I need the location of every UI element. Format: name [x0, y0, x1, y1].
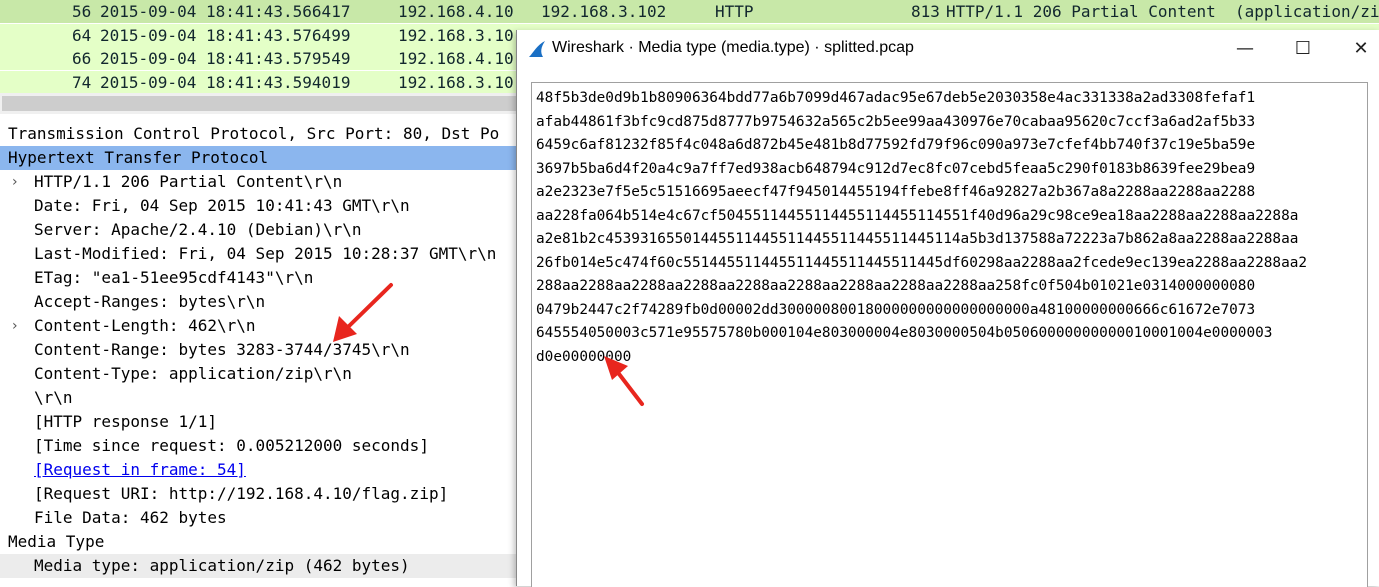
hex-line: a2e81b2c45393165501445511445511445511445… [536, 231, 1299, 247]
tree-item-label: Server: Apache/2.4.10 (Debian)\r\n [34, 220, 362, 239]
chevron-right-icon[interactable]: › [12, 314, 18, 338]
tree-item[interactable]: [HTTP response 1/1] [0, 410, 520, 434]
tree-item[interactable]: [Request in frame: 54] [0, 458, 520, 482]
pkt-no: 74 [72, 72, 92, 92]
scrollbar-thumb[interactable] [2, 96, 522, 111]
pkt-time: 2015-09-04 18:41:43.579549 [100, 49, 351, 68]
maximize-button[interactable]: ☐ [1274, 30, 1332, 68]
tree-item-label: Last-Modified: Fri, 04 Sep 2015 10:28:37… [34, 244, 497, 263]
hex-line: 3697b5ba6d4f20a4c9a7ff7ed938acb648794c91… [536, 160, 1256, 177]
pkt-src: 192.168.3.10 [398, 25, 514, 45]
hex-line: 48f5b3de0d9b1b80906364bdd77a6b7099d467ad… [536, 90, 1256, 106]
tree-item-label: Content-Length: 462\r\n [34, 316, 256, 335]
tree-item[interactable]: Media Type [0, 530, 520, 554]
request-frame-link[interactable]: [Request in frame: 54] [34, 458, 246, 482]
tree-item[interactable]: Content-Range: bytes 3283-3744/3745\r\n [0, 338, 520, 362]
hex-line: 6459c6af81232f85f4c048a6d872b45e481b8d77… [536, 137, 1256, 153]
tree-item-label: Hypertext Transfer Protocol [8, 148, 269, 167]
tree-item[interactable]: Date: Fri, 04 Sep 2015 10:41:43 GMT\r\n [0, 194, 520, 218]
close-button[interactable]: ✕ [1332, 30, 1379, 68]
tree-item[interactable]: Hypertext Transfer Protocol [0, 146, 520, 170]
close-icon: ✕ [1353, 38, 1369, 59]
packet-details-tree: Transmission Control Protocol, Src Port:… [0, 122, 520, 586]
hex-line: 645554050003c571e95575780b000104e8030000… [536, 325, 1273, 341]
annotation-arrow-right [604, 356, 644, 406]
tree-item-label: Accept-Ranges: bytes\r\n [34, 292, 266, 311]
dialog-titlebar[interactable]: Wireshark · Media type (media.type) · sp… [517, 30, 1379, 68]
tree-item[interactable]: [Time since request: 0.005212000 seconds… [0, 434, 520, 458]
pkt-info: HTTP/1.1 206 Partial Content (applicatio… [946, 2, 1379, 21]
tree-item-label: [Request URI: http://192.168.4.10/flag.z… [34, 484, 449, 503]
minimize-icon: — [1236, 38, 1254, 59]
tree-item-label: ETag: "ea1-51ee95cdf4143"\r\n [34, 268, 314, 287]
tree-item[interactable]: Media type: application/zip (462 bytes) [0, 554, 520, 578]
tree-item[interactable]: File Data: 462 bytes [0, 506, 520, 530]
tree-item-label: [HTTP response 1/1] [34, 412, 218, 431]
pkt-time: 2015-09-04 18:41:43.566417 [100, 2, 351, 21]
tree-item[interactable]: Accept-Ranges: bytes\r\n [0, 290, 520, 314]
tree-item[interactable]: ETag: "ea1-51ee95cdf4143"\r\n [0, 266, 520, 290]
tree-item-label: HTTP/1.1 206 Partial Content\r\n [34, 172, 343, 191]
pkt-time: 2015-09-04 18:41:43.594019 [100, 72, 351, 92]
dialog-title: Wireshark · Media type (media.type) · sp… [552, 39, 914, 56]
tree-item[interactable]: \r\n [0, 386, 520, 410]
tree-item[interactable]: Last-Modified: Fri, 04 Sep 2015 10:28:37… [0, 242, 520, 266]
media-type-dialog: Wireshark · Media type (media.type) · sp… [516, 30, 1379, 587]
hex-line: afab44861f3bfc9cd875d8777b9754632a565c2b… [536, 113, 1256, 130]
tree-item[interactable]: Server: Apache/2.4.10 (Debian)\r\n [0, 218, 520, 242]
tree-item-label: Media Type [8, 532, 105, 551]
hex-line: aa228fa064b514e4c67cf5045511445511445511… [536, 207, 1299, 224]
hex-line: a2e2323e7f5e5c51516695aeecf47f9450144551… [536, 184, 1256, 200]
tree-item-label: Transmission Control Protocol, Src Port:… [8, 124, 500, 143]
minimize-button[interactable]: — [1216, 30, 1274, 68]
pkt-proto: HTTP [715, 2, 754, 21]
pkt-dst: 192.168.3.102 [541, 2, 667, 21]
tree-item-label: File Data: 462 bytes [34, 508, 227, 527]
media-data-textview[interactable]: 48f5b3de0d9b1b80906364bdd77a6b7099d467ad… [531, 82, 1368, 587]
pkt-time: 2015-09-04 18:41:43.576499 [100, 25, 351, 45]
pkt-no: 66 [72, 49, 92, 68]
annotation-arrow-left [333, 283, 393, 342]
tree-item-label: Content-Type: application/zip\r\n [34, 364, 352, 383]
pkt-no: 56 [72, 2, 92, 21]
hex-line: 288aa2288aa2288aa2288aa2288aa2288aa2288a… [536, 278, 1256, 294]
hex-line: 0479b2447c2f74289fb0d00002dd300000800180… [536, 301, 1256, 318]
pkt-src: 192.168.4.10 [398, 2, 514, 21]
pkt-src: 192.168.4.10 [398, 49, 514, 68]
packet-row[interactable]: 56 2015-09-04 18:41:43.566417 192.168.4.10… [0, 0, 1379, 23]
tree-item[interactable]: › HTTP/1.1 206 Partial Content\r\n [0, 170, 520, 194]
tree-item-label: [Time since request: 0.005212000 seconds… [34, 436, 429, 455]
hex-line: 26fb014e5c474f60c55144551144551144551144… [536, 254, 1308, 271]
tree-item[interactable]: › Content-Length: 462\r\n [0, 314, 520, 338]
chevron-right-icon[interactable]: › [12, 170, 18, 194]
tree-item[interactable]: Content-Type: application/zip\r\n [0, 362, 520, 386]
wireshark-fin-icon [529, 41, 545, 57]
tree-item-label: Date: Fri, 04 Sep 2015 10:41:43 GMT\r\n [34, 196, 410, 215]
tree-item[interactable]: Transmission Control Protocol, Src Port:… [0, 122, 520, 146]
pkt-src: 192.168.3.10 [398, 72, 514, 92]
maximize-icon: ☐ [1294, 38, 1312, 59]
tree-item-label: Media type: application/zip (462 bytes) [34, 556, 410, 575]
tree-item[interactable]: [Request URI: http://192.168.4.10/flag.z… [0, 482, 520, 506]
pkt-no: 64 [72, 25, 92, 45]
pkt-len: 813 [911, 2, 940, 21]
tree-item-label: \r\n [34, 388, 73, 407]
